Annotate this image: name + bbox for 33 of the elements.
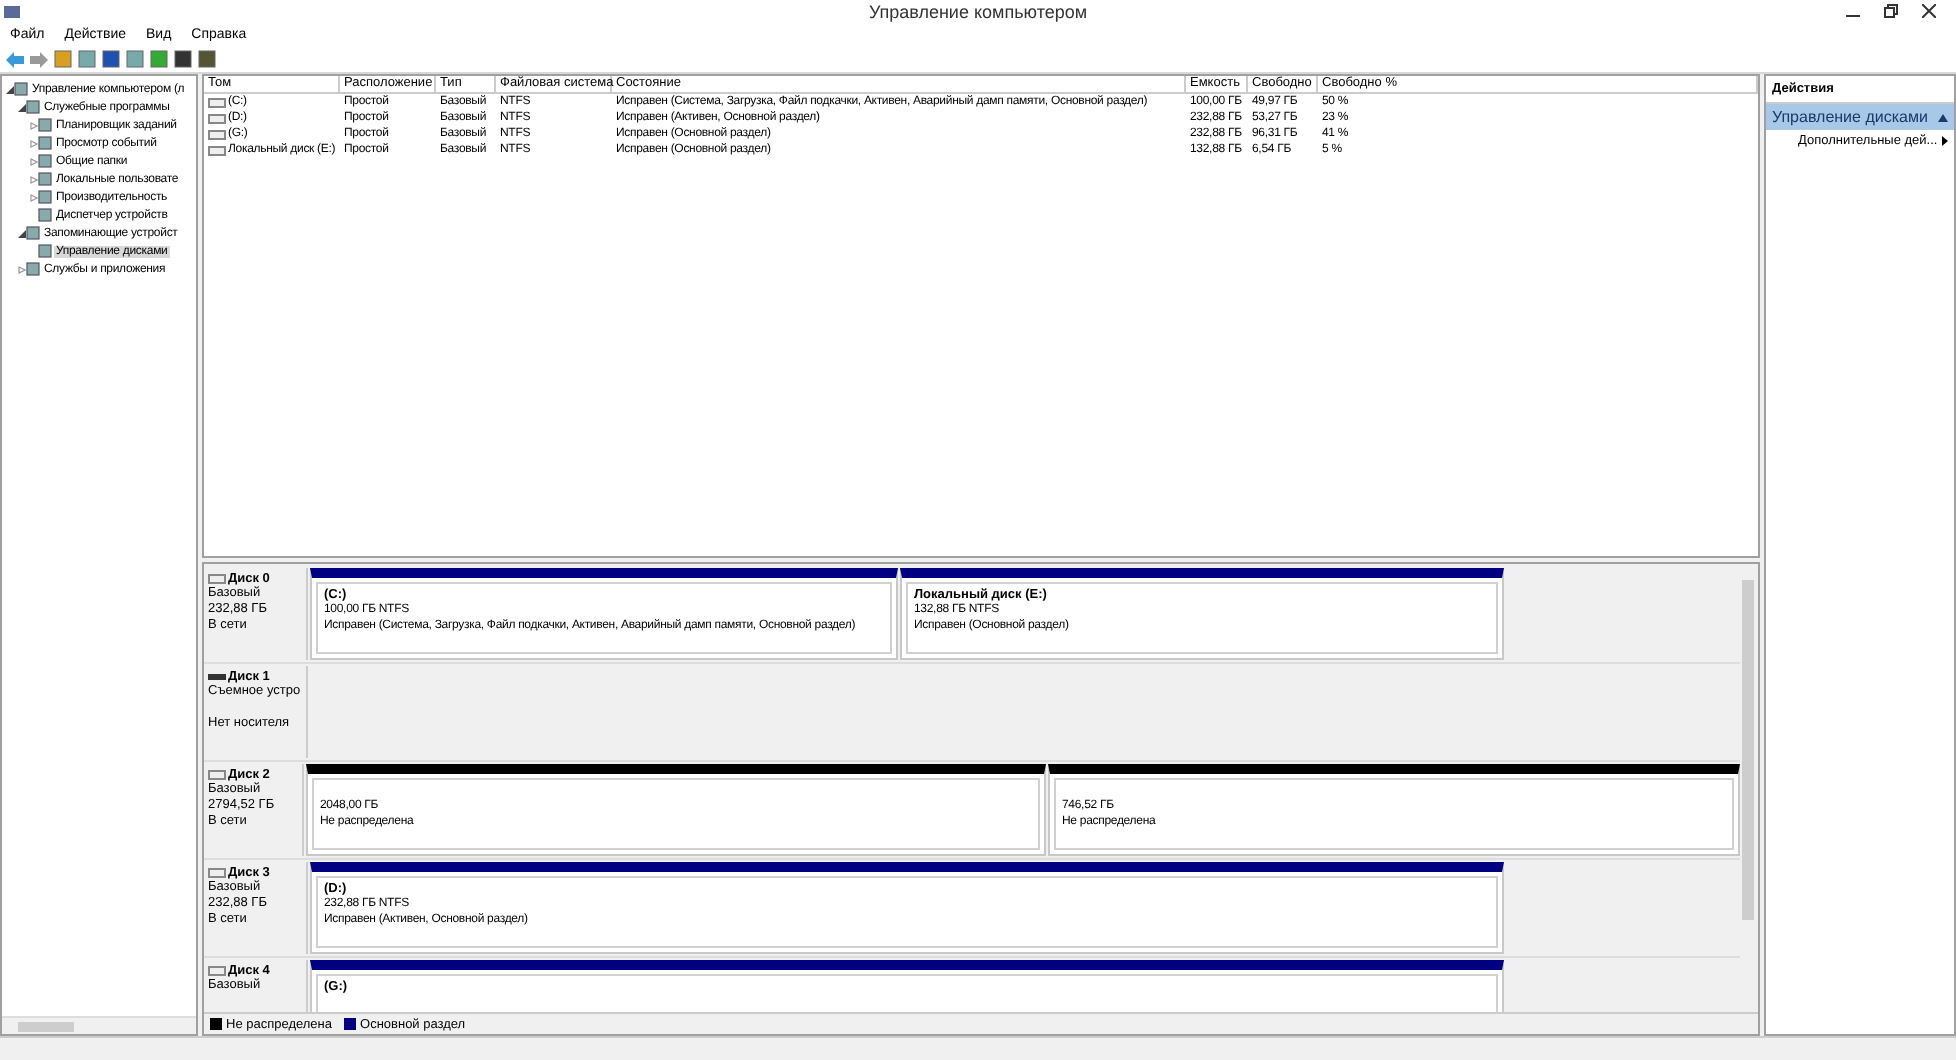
tree-node-icon bbox=[38, 154, 52, 168]
close-icon[interactable] bbox=[1922, 4, 1936, 18]
window-title: Управление компьютером bbox=[866, 1, 1090, 21]
expand-arrow-icon[interactable] bbox=[29, 193, 37, 201]
actions-section[interactable]: Управление дисками bbox=[1766, 104, 1954, 130]
tree-node-icon bbox=[26, 226, 40, 240]
drive-icon bbox=[208, 672, 226, 682]
restore-icon[interactable] bbox=[1884, 4, 1898, 18]
tree-node-icon bbox=[26, 100, 40, 114]
legend-swatch bbox=[344, 1018, 357, 1030]
tree-node-icon bbox=[38, 244, 52, 258]
collapse-arrow-icon[interactable] bbox=[17, 103, 25, 111]
expand-arrow-icon[interactable] bbox=[29, 121, 37, 129]
tree-node-icon bbox=[26, 262, 40, 276]
tree-node-icon bbox=[38, 172, 52, 186]
tree-node-icon bbox=[38, 208, 52, 222]
tree-node-icon bbox=[14, 82, 28, 96]
collapse-arrow-icon[interactable] bbox=[5, 85, 13, 93]
expand-arrow-icon[interactable] bbox=[29, 175, 37, 183]
collapse-arrow-icon[interactable] bbox=[17, 229, 25, 237]
expand-arrow-icon[interactable] bbox=[29, 157, 37, 165]
collapse-arrow-icon bbox=[1938, 113, 1948, 121]
expand-arrow-icon[interactable] bbox=[29, 139, 37, 147]
tree-node-icon bbox=[38, 190, 52, 204]
expand-arrow-icon[interactable] bbox=[17, 265, 25, 273]
back-arrow-icon[interactable] bbox=[6, 51, 24, 67]
app-icon bbox=[4, 3, 20, 19]
tree-node-icon bbox=[38, 118, 52, 132]
horizontal-scrollbar[interactable] bbox=[2, 1016, 196, 1034]
forward-arrow-icon[interactable] bbox=[30, 51, 48, 67]
tree-node-icon bbox=[38, 136, 52, 150]
submenu-arrow-icon bbox=[1942, 136, 1948, 146]
legend-swatch bbox=[210, 1018, 222, 1030]
